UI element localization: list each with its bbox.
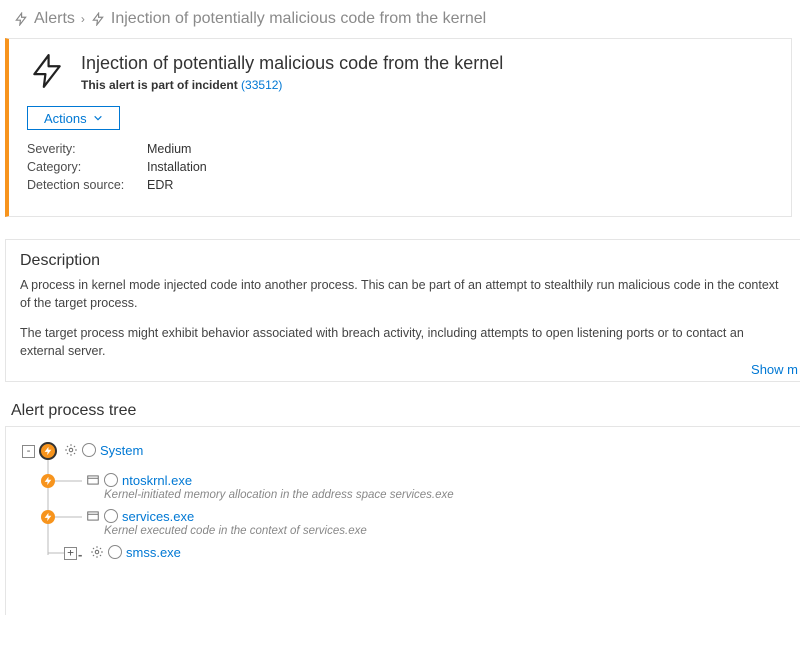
- gear-icon: [90, 545, 104, 559]
- detection-value: EDR: [147, 178, 173, 192]
- tree-node-services[interactable]: services.exe: [86, 509, 194, 524]
- breadcrumb: Alerts › Injection of potentially malici…: [0, 0, 800, 38]
- description-heading: Description: [20, 252, 786, 270]
- description-paragraph: The target process might exhibit behavio…: [20, 324, 786, 360]
- process-label: services.exe: [122, 509, 194, 524]
- alert-indicator-icon: [39, 442, 57, 460]
- breadcrumb-root-link[interactable]: Alerts: [34, 10, 75, 28]
- breadcrumb-current: Injection of potentially malicious code …: [111, 10, 486, 28]
- tree-node-smss[interactable]: smss.exe: [90, 545, 181, 560]
- chevron-right-icon: ›: [81, 12, 85, 26]
- alert-fields: Severity: Medium Category: Installation …: [27, 142, 773, 192]
- node-shape-icon: [108, 545, 122, 559]
- tree-dash: -: [78, 547, 82, 562]
- process-label: ntoskrnl.exe: [122, 473, 192, 488]
- node-shape-icon: [82, 443, 96, 457]
- category-value: Installation: [147, 160, 207, 174]
- incident-line: This alert is part of incident (33512): [81, 78, 503, 92]
- bolt-icon: [91, 12, 105, 26]
- tree-collapse-toggle[interactable]: -: [22, 445, 35, 458]
- process-tree-section: Alert process tree -: [5, 402, 800, 615]
- window-icon: [86, 509, 100, 523]
- alert-indicator-icon: [41, 474, 55, 488]
- alert-indicator-icon: [41, 510, 55, 524]
- category-label: Category:: [27, 160, 147, 174]
- node-shape-icon: [104, 509, 118, 523]
- process-description: Kernel executed code in the context of s…: [104, 525, 367, 537]
- node-shape-icon: [104, 473, 118, 487]
- process-label: System: [100, 443, 143, 458]
- severity-label: Severity:: [27, 142, 147, 156]
- detection-label: Detection source:: [27, 178, 147, 192]
- description-paragraph: A process in kernel mode injected code i…: [20, 276, 786, 312]
- incident-prefix: This alert is part of incident: [81, 78, 238, 92]
- tree-node-ntoskrnl[interactable]: ntoskrnl.exe: [86, 473, 192, 488]
- gear-icon: [64, 443, 78, 457]
- process-label: smss.exe: [126, 545, 181, 560]
- incident-link[interactable]: (33512): [241, 78, 282, 92]
- severity-value: Medium: [147, 142, 191, 156]
- actions-label: Actions: [44, 111, 87, 126]
- chevron-down-icon: [93, 113, 103, 123]
- alert-summary-card: Injection of potentially malicious code …: [5, 38, 792, 217]
- process-tree-heading: Alert process tree: [11, 402, 800, 420]
- tree-expand-toggle[interactable]: +: [64, 547, 77, 560]
- actions-button[interactable]: Actions: [27, 106, 120, 130]
- process-tree: - System ntoskrnl.exe Kernel-initiated m…: [5, 426, 800, 615]
- bolt-icon: [14, 12, 28, 26]
- bolt-icon: [27, 51, 67, 91]
- alert-title: Injection of potentially malicious code …: [81, 53, 503, 74]
- tree-node-system[interactable]: System: [64, 443, 143, 458]
- process-description: Kernel-initiated memory allocation in th…: [104, 489, 454, 501]
- description-card: Description A process in kernel mode inj…: [5, 239, 800, 382]
- show-more-link[interactable]: Show m: [751, 362, 798, 377]
- window-icon: [86, 473, 100, 487]
